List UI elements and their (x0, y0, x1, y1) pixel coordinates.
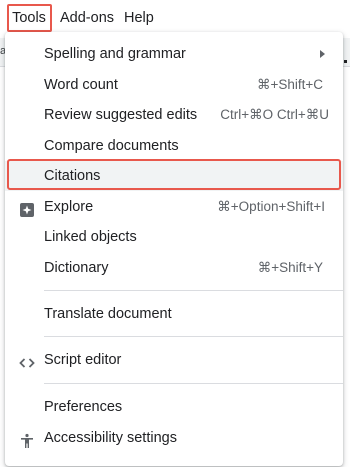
menu-item-label: Explore (44, 199, 94, 215)
menu-item-label: Review suggested edits (44, 107, 198, 123)
menu-item-shortcut: ⌘+Option+Shift+I (217, 199, 325, 214)
menu-item-linked-objects[interactable]: Linked objects (5, 222, 343, 252)
menu-item-accessibility-settings[interactable]: Accessibility settings (5, 423, 343, 453)
menu-help[interactable]: Help (124, 4, 154, 32)
menu-item-review-suggested-edits[interactable]: Review suggested edits Ctrl+⌘O Ctrl+⌘U (5, 100, 343, 130)
menu-separator (44, 383, 343, 384)
menu-item-label: Word count (44, 77, 118, 93)
menu-separator (44, 336, 343, 337)
menu-item-label: Linked objects (44, 229, 137, 245)
menu-item-spelling-grammar[interactable]: Spelling and grammar (5, 39, 343, 69)
menu-item-dictionary[interactable]: Dictionary ⌘+Shift+Y (5, 253, 343, 283)
menu-item-word-count[interactable]: Word count ⌘+Shift+C (5, 70, 343, 100)
menu-item-citations[interactable]: Citations (5, 159, 343, 191)
menu-item-shortcut: ⌘+Shift+Y (257, 260, 323, 275)
menu-item-shortcut: Ctrl+⌘O Ctrl+⌘U (220, 107, 329, 122)
menu-item-label: Preferences (44, 399, 123, 415)
explore-icon (19, 199, 35, 217)
menu-item-explore[interactable]: Explore ⌘+Option+Shift+I (5, 192, 343, 222)
tools-dropdown-menu: Spelling and grammar Word count ⌘+Shift+… (5, 32, 343, 466)
menu-item-label: Accessibility settings (44, 430, 177, 446)
menu-item-label: Dictionary (44, 260, 109, 276)
menu-item-label: Citations (44, 168, 101, 184)
tools-highlight-box (7, 4, 52, 32)
menu-item-translate-document[interactable]: Translate document (5, 299, 343, 329)
document-toolbar-dot (344, 60, 347, 63)
code-brackets-icon (19, 352, 35, 368)
submenu-arrow-icon (320, 50, 325, 58)
menu-item-script-editor[interactable]: Script editor (5, 345, 343, 375)
menu-item-preferences[interactable]: Preferences (5, 392, 343, 422)
menu-item-label: Compare documents (44, 138, 179, 154)
menu-item-label: Translate document (44, 306, 172, 322)
menu-item-label: Spelling and grammar (44, 46, 186, 62)
menu-addons[interactable]: Add-ons (60, 4, 114, 32)
menu-item-label: Script editor (44, 352, 122, 368)
menu-tools[interactable]: Tools (7, 4, 52, 32)
accessibility-person-icon (19, 430, 35, 448)
menu-item-compare-documents[interactable]: Compare documents (5, 131, 343, 161)
menu-item-shortcut: ⌘+Shift+C (256, 77, 323, 92)
menu-separator (44, 290, 343, 291)
